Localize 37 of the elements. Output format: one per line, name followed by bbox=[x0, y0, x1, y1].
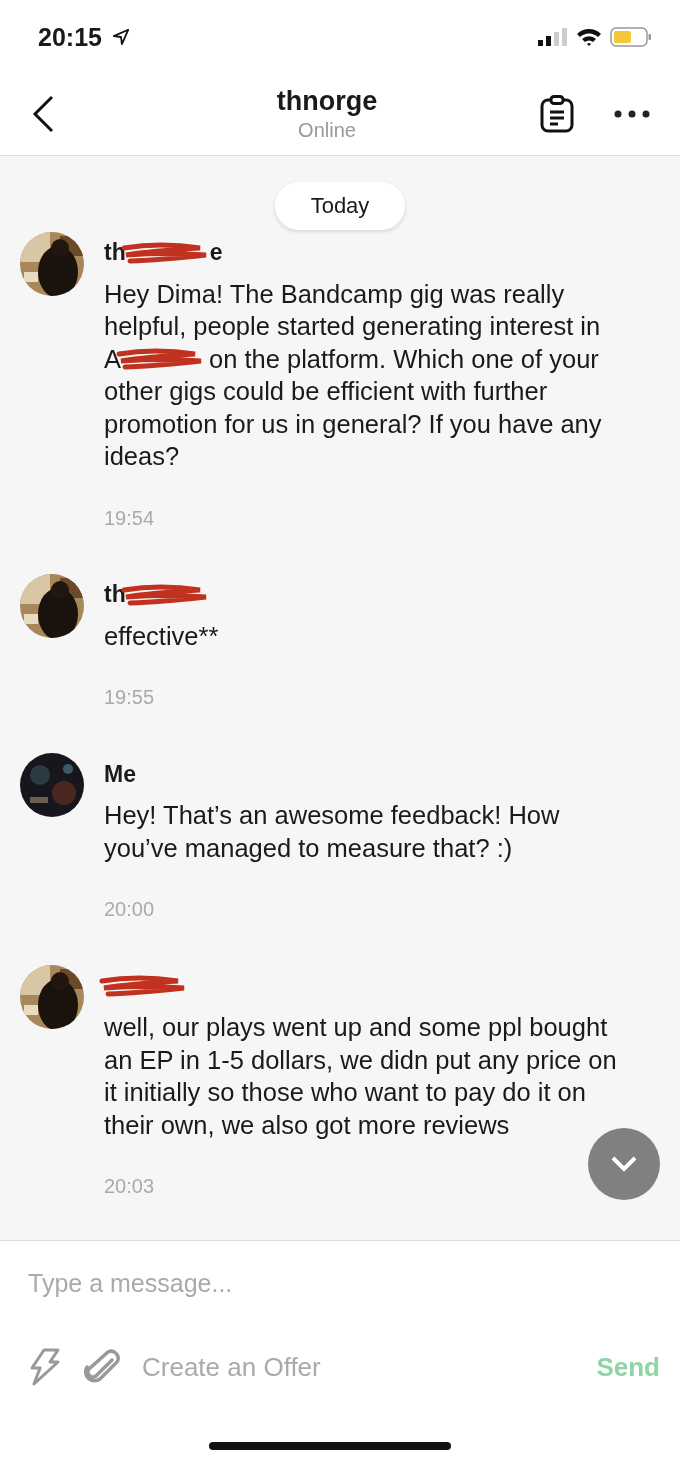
date-label: Today bbox=[274, 181, 406, 230]
lightning-icon[interactable] bbox=[28, 1348, 62, 1387]
message-text: Hey! That’s an awesome feedback! How bbox=[104, 800, 560, 832]
message-text: A bbox=[104, 343, 121, 375]
message-time: 19:55 bbox=[104, 686, 155, 710]
signal-icon bbox=[538, 28, 568, 47]
create-offer-link[interactable]: Create an Offer bbox=[142, 1351, 321, 1383]
online-status: Online bbox=[297, 119, 357, 143]
message-text: helpful, people started generating interest in bbox=[104, 311, 601, 343]
back-icon[interactable] bbox=[32, 95, 54, 134]
message-text: you’ve managed to measure that? :) bbox=[104, 832, 513, 864]
message-text: other gigs could be efficient with further bbox=[104, 376, 548, 408]
message-time: 19:54 bbox=[104, 506, 155, 530]
message-text: promotion for us in general? If you have any bbox=[104, 408, 602, 440]
message-text: their own, we also got more reviews bbox=[104, 1109, 510, 1141]
message-text: on the platform. Which one of your bbox=[209, 343, 599, 375]
message-text: ideas? bbox=[104, 441, 180, 473]
clipboard-icon[interactable] bbox=[540, 95, 574, 134]
more-icon[interactable] bbox=[614, 110, 650, 119]
message-time: 20:03 bbox=[104, 1175, 155, 1199]
sender-name: th bbox=[104, 239, 126, 267]
location-arrow-icon bbox=[111, 28, 130, 47]
chat-title: thnorge bbox=[275, 86, 379, 118]
message-input[interactable]: Type a message... bbox=[28, 1269, 660, 1299]
message-text: well, our plays went up and some ppl bought bbox=[104, 1012, 608, 1044]
status-time: 20:15 bbox=[38, 22, 102, 52]
battery-icon bbox=[610, 27, 652, 48]
sender-name: Me bbox=[104, 760, 136, 788]
message-text: Hey Dima! The Bandcamp gig was really bbox=[104, 278, 565, 310]
send-button[interactable]: Send bbox=[596, 1351, 660, 1383]
sender-name: e bbox=[209, 239, 223, 267]
message-text: effective** bbox=[104, 620, 219, 652]
message-time: 20:00 bbox=[104, 898, 155, 922]
wifi-icon bbox=[576, 27, 602, 48]
message-text: it initially so those who want to pay do it on bbox=[104, 1077, 586, 1109]
sender-name: th bbox=[104, 581, 126, 609]
message-text: an EP in 1-5 dollars, we didn put any price on bbox=[104, 1044, 617, 1076]
